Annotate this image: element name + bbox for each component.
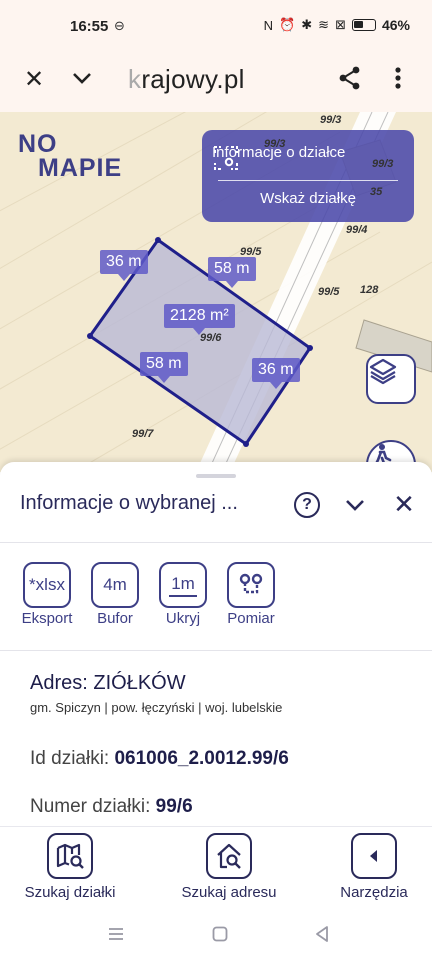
label-side-right: 36 m [252,358,300,389]
label-area: 2128 m² [164,304,235,335]
home-icon[interactable] [210,924,230,944]
parcel-number: 99/3 [320,114,342,126]
tool-row: *xlsx Eksport 4m Bufor 1m Ukryj Pomiar [18,562,280,627]
parcel-number: 99/5 [318,286,340,298]
parcel-number-label: Numer działki: [30,796,151,817]
address-sub: gm. Spiczyn | pow. łęczyński | woj. lube… [30,700,283,715]
sheet-divider [0,650,432,651]
hide-ruler-text: 1m [171,573,195,593]
tool-label: Ukryj [165,610,201,627]
parcel-number-row: Numer działki: 99/6 [30,796,193,818]
parcel-info-panel: Informacje o działce Wskaż działkę [202,130,414,222]
url-fade: k [128,64,142,94]
collapse-chevron-icon[interactable] [342,492,368,518]
sheet-drag-handle[interactable] [196,474,236,478]
url-bar[interactable]: krajowy.pl [128,64,245,95]
system-navigation [0,908,432,960]
recent-apps-icon[interactable] [106,924,126,944]
tool-label: Bufor [97,610,133,627]
address-label: Adres: [30,672,88,694]
label-side-bottom: 58 m [140,352,188,383]
parcel-number: 99/5 [240,246,262,258]
measure-pins-icon [227,562,275,608]
parcel-number: 35 [370,186,383,198]
close-sheet-icon[interactable]: ✕ [392,490,416,518]
hide-ruler-icon: 1m [159,562,207,608]
tool-label: Pomiar [227,610,275,627]
wifi-icon: ≋ [318,17,330,32]
nav-tools[interactable]: Narzędzia [330,833,418,901]
parcel-id-value: 061006_2.0012.99/6 [114,748,289,769]
parcel-number: 99/6 [200,332,222,344]
select-area-icon [214,146,238,170]
nfc-icon: N [263,17,274,33]
nav-search-parcel[interactable]: Szukaj działki [18,833,122,901]
nav-search-address[interactable]: Szukaj adresu [174,833,284,901]
sheet-divider [0,542,432,543]
cast-icon: ⊖ [114,18,125,33]
nav-label: Szukaj działki [24,884,116,901]
map-search-icon [47,833,93,879]
bottom-navigation: Szukaj działki Szukaj adresu Narzędzia [0,826,432,908]
info-bottom-sheet: Informacje o wybranej ... ? ✕ *xlsx Eksp… [0,462,432,826]
browser-toolbar: ✕ krajowy.pl [0,56,432,112]
share-icon[interactable] [336,64,364,92]
sim-icon: ⊠ [335,17,346,32]
export-xlsx-icon: *xlsx [23,562,71,608]
app-logo: NO MAPIE [18,132,123,182]
panel-divider [218,180,398,181]
tool-export[interactable]: *xlsx Eksport [18,562,76,627]
parcel-id-row: Id działki: 061006_2.0012.99/6 [30,748,289,770]
nav-label: Szukaj adresu [181,884,277,901]
parcel-number-value: 99/6 [155,796,193,817]
logo-line2: MAPIE [38,154,123,182]
status-icons: N ⏰ ✱ ≋ ⊠ 46% [264,17,410,33]
label-side-left: 36 m [100,250,148,281]
chevron-down-icon[interactable] [68,64,96,92]
buffer-icon: 4m [91,562,139,608]
map-view[interactable]: NO MAPIE Informacje o działce Wskaż dzia… [0,112,432,472]
status-time: 16:55 [70,18,109,35]
help-icon[interactable]: ? [294,492,320,518]
address-row: Adres: ZIÓŁKÓW [30,672,186,695]
more-vert-icon[interactable] [386,64,410,92]
map-search-svg [56,843,84,869]
tool-measure[interactable]: Pomiar [222,562,280,627]
battery-percent: 46% [381,17,410,33]
parcel-number: 128 [360,284,379,296]
ruler-line [169,594,197,597]
measure-icon [239,573,263,594]
parcel-number: 99/3 [264,138,286,150]
home-search-icon [206,833,252,879]
back-icon[interactable] [312,924,332,944]
sheet-title: Informacje o wybranej ... [20,492,238,514]
tool-buffer[interactable]: 4m Bufor [86,562,144,627]
bluetooth-icon: ✱ [301,17,313,32]
home-search-svg [217,843,241,869]
url-text: rajowy.pl [141,64,245,94]
layers-button[interactable] [366,354,416,404]
parcel-number: 99/7 [132,428,154,440]
close-icon[interactable]: ✕ [20,66,48,94]
battery-icon [351,19,376,31]
alarm-icon: ⏰ [279,17,296,32]
tool-label: Eksport [21,610,73,627]
parcel-id-label: Id działki: [30,748,110,769]
chevron-left-icon [351,833,397,879]
tool-hide[interactable]: 1m Ukryj [154,562,212,627]
layers-icon [369,358,397,385]
parcel-number: 99/3 [372,158,394,170]
nav-label: Narzędzia [340,884,408,901]
status-bar: 16:55 ⊖ N ⏰ ✱ ≋ ⊠ 46% [0,0,432,56]
chevron-left-svg [370,850,377,862]
label-side-top: 58 m [208,257,256,288]
parcel-number: 99/4 [346,224,368,236]
address-value: ZIÓŁKÓW [93,672,186,694]
